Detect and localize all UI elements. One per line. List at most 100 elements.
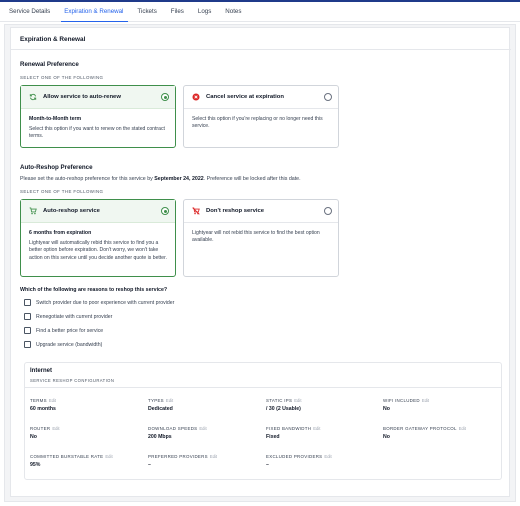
auto-reshop-title: Auto-Reshop Preference xyxy=(20,164,93,171)
expiration-renewal-panel: Expiration & Renewal Renewal Preference … xyxy=(10,27,511,497)
field-excluded-providers-value: – xyxy=(266,462,269,468)
auto-reshop-description: Please set the auto-reshop preference fo… xyxy=(20,176,301,182)
field-types: TYPES Edit Dedicated xyxy=(148,398,263,412)
edit-burstable-rate-link[interactable]: Edit xyxy=(105,454,112,459)
auto-renew-option-text: Select this option if you want to renew … xyxy=(29,126,165,140)
refresh-icon xyxy=(29,93,37,101)
dont-reshop-option-header: Don't reshop service xyxy=(184,200,338,223)
auto-renew-radio[interactable] xyxy=(161,93,169,101)
field-static-ips: STATIC IPS Edit / 30 (2 Usable) xyxy=(266,398,381,412)
field-static-ips-label: STATIC IPS xyxy=(266,398,293,403)
cancel-radio[interactable] xyxy=(324,93,332,101)
edit-fixed-bandwidth-link[interactable]: Edit xyxy=(313,426,320,431)
dont-reshop-option[interactable]: Don't reshop service Lightyear will not … xyxy=(183,199,339,277)
reason-switch-provider-checkbox[interactable] xyxy=(24,299,31,306)
auto-renew-option-subtitle: Month-to-Month term xyxy=(29,116,82,122)
dont-reshop-option-title: Don't reshop service xyxy=(206,208,265,214)
reshop-configuration-card: Internet SERVICE RESHOP CONFIGURATION TE… xyxy=(24,362,502,480)
field-fixed-bandwidth-label: FIXED BANDWIDTH xyxy=(266,426,312,431)
reason-upgrade-service-checkbox[interactable] xyxy=(24,341,31,348)
cancel-icon xyxy=(192,93,200,101)
cancel-option-text: Select this option if you're replacing o… xyxy=(192,116,323,130)
field-burstable-rate: COMMITTED BURSTABLE RATE Edit 95% xyxy=(30,454,145,468)
cancel-option-title: Cancel service at expiration xyxy=(206,94,284,100)
field-excluded-providers-label: EXCLUDED PROVIDERS xyxy=(266,454,323,459)
dont-reshop-radio[interactable] xyxy=(324,207,332,215)
field-router: ROUTER Edit No xyxy=(30,426,145,440)
reason-upgrade-service-label: Upgrade service (bandwidth) xyxy=(36,341,103,348)
tab-files[interactable]: Files xyxy=(168,2,189,22)
reason-renegotiate-checkbox[interactable] xyxy=(24,313,31,320)
field-download-speeds-value: 200 Mbps xyxy=(148,434,172,440)
field-download-speeds: DOWNLOAD SPEEDS Edit 200 Mbps xyxy=(148,426,263,440)
field-fixed-bandwidth: FIXED BANDWIDTH Edit Fixed xyxy=(266,426,381,440)
edit-preferred-providers-link[interactable]: Edit xyxy=(210,454,217,459)
field-wifi-included-value: No xyxy=(383,406,390,412)
field-preferred-providers-label: PREFERRED PROVIDERS xyxy=(148,454,208,459)
auto-reshop-option-title: Auto-reshop service xyxy=(43,208,100,214)
cart-off-icon xyxy=(192,207,200,215)
reason-switch-provider-label: Switch provider due to poor experience w… xyxy=(36,299,175,306)
field-bgp-value: No xyxy=(383,434,390,440)
auto-reshop-option-header: Auto-reshop service xyxy=(21,200,175,223)
edit-static-ips-link[interactable]: Edit xyxy=(294,398,301,403)
field-download-speeds-label: DOWNLOAD SPEEDS xyxy=(148,426,198,431)
field-wifi-included: WIFI INCLUDED Edit No xyxy=(383,398,498,412)
reason-renegotiate[interactable]: Renegotiate with current provider xyxy=(24,312,112,321)
reason-upgrade-service[interactable]: Upgrade service (bandwidth) xyxy=(24,340,102,349)
dont-reshop-option-text: Lightyear will not rebid this service to… xyxy=(192,230,320,244)
auto-reshop-option-text: Lightyear will automatically rebid this … xyxy=(29,240,167,261)
renewal-preference-title: Renewal Preference xyxy=(20,61,79,68)
cart-icon xyxy=(29,207,37,215)
reshop-deadline-date: September 24, 2022 xyxy=(154,176,204,182)
tab-bar: Service Details Expiration & Renewal Tic… xyxy=(0,2,520,22)
edit-types-link[interactable]: Edit xyxy=(166,398,173,403)
field-router-label: ROUTER xyxy=(30,426,51,431)
reason-renegotiate-label: Renegotiate with current provider xyxy=(36,313,113,320)
config-subtitle: SERVICE RESHOP CONFIGURATION xyxy=(30,378,115,383)
edit-wifi-included-link[interactable]: Edit xyxy=(422,398,429,403)
reason-switch-provider[interactable]: Switch provider due to poor experience w… xyxy=(24,298,174,307)
reason-better-price-checkbox[interactable] xyxy=(24,327,31,334)
config-title: Internet xyxy=(30,368,53,374)
field-types-value: Dedicated xyxy=(148,406,173,412)
field-types-label: TYPES xyxy=(148,398,164,403)
field-terms: TERMS Edit 60 months xyxy=(30,398,145,412)
cancel-option[interactable]: Cancel service at expiration Select this… xyxy=(183,85,339,148)
tab-tickets[interactable]: Tickets xyxy=(134,2,161,22)
field-bgp-label: BORDER GATEWAY PROTOCOL xyxy=(383,426,457,431)
cancel-option-header: Cancel service at expiration xyxy=(184,86,338,109)
edit-bgp-link[interactable]: Edit xyxy=(459,426,466,431)
field-excluded-providers: EXCLUDED PROVIDERS Edit – xyxy=(266,454,381,468)
auto-reshop-option[interactable]: Auto-reshop service 6 months from expira… xyxy=(20,199,176,277)
auto-renew-option[interactable]: Allow service to auto-renew Month-to-Mon… xyxy=(20,85,176,148)
edit-download-speeds-link[interactable]: Edit xyxy=(199,426,206,431)
reason-better-price-label: Find a better price for service xyxy=(36,327,104,334)
field-static-ips-value: / 30 (2 Usable) xyxy=(266,406,301,412)
field-preferred-providers-value: – xyxy=(148,462,151,468)
field-fixed-bandwidth-value: Fixed xyxy=(266,434,280,440)
tab-expiration-renewal[interactable]: Expiration & Renewal xyxy=(61,2,129,22)
config-divider xyxy=(25,387,501,388)
tab-logs[interactable]: Logs xyxy=(195,2,216,22)
edit-terms-link[interactable]: Edit xyxy=(49,398,56,403)
field-terms-label: TERMS xyxy=(30,398,47,403)
field-preferred-providers: PREFERRED PROVIDERS Edit – xyxy=(148,454,263,468)
tab-service-details[interactable]: Service Details xyxy=(6,2,55,22)
field-bgp: BORDER GATEWAY PROTOCOL Edit No xyxy=(383,426,498,440)
field-terms-value: 60 months xyxy=(30,406,56,412)
auto-renew-option-header: Allow service to auto-renew xyxy=(21,86,175,109)
reshop-reasons-question: Which of the following are reasons to re… xyxy=(20,287,168,293)
reason-better-price[interactable]: Find a better price for service xyxy=(24,326,103,335)
auto-reshop-radio[interactable] xyxy=(161,207,169,215)
field-router-value: No xyxy=(30,434,37,440)
edit-excluded-providers-link[interactable]: Edit xyxy=(324,454,331,459)
renewal-select-label: SELECT ONE OF THE FOLLOWING xyxy=(20,75,104,80)
panel-title: Expiration & Renewal xyxy=(11,28,511,50)
field-burstable-rate-value: 95% xyxy=(30,462,41,468)
tab-notes[interactable]: Notes xyxy=(222,2,246,22)
edit-router-link[interactable]: Edit xyxy=(52,426,59,431)
field-wifi-included-label: WIFI INCLUDED xyxy=(383,398,420,403)
auto-reshop-option-subtitle: 6 months from expiration xyxy=(29,230,92,236)
auto-renew-option-title: Allow service to auto-renew xyxy=(43,94,121,100)
